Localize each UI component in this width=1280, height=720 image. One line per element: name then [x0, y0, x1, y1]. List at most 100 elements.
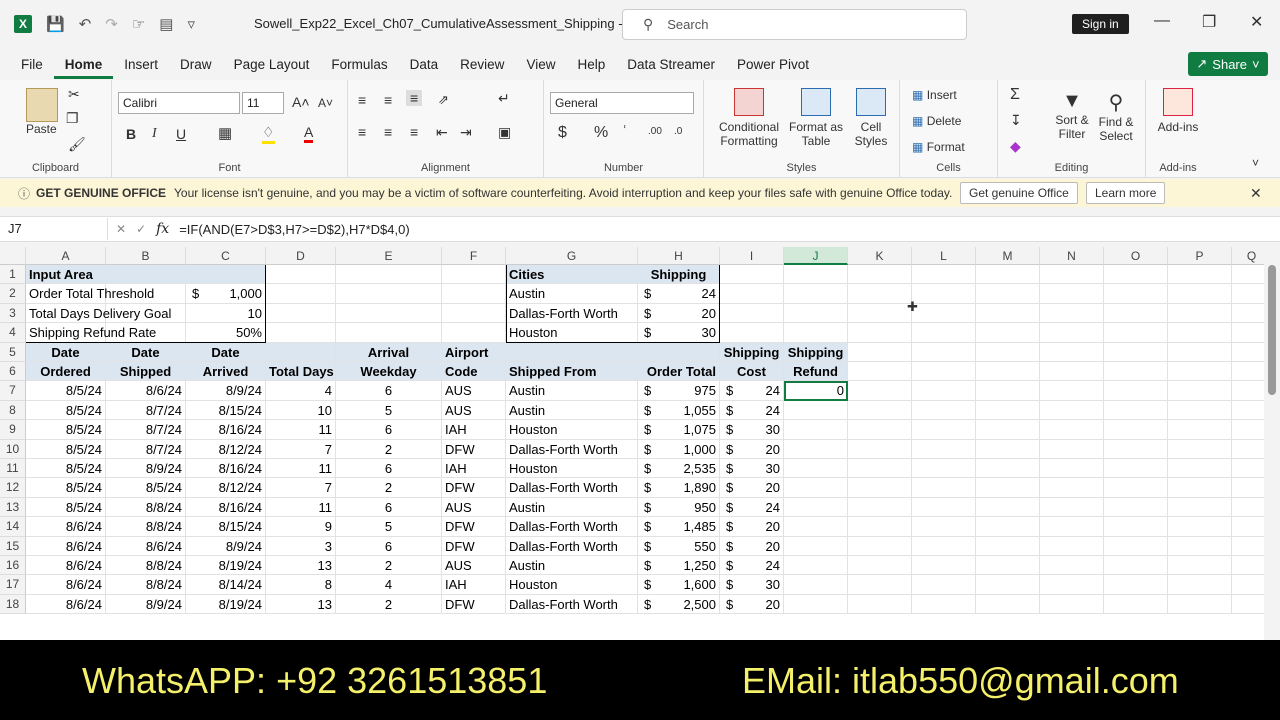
menu-tab-insert[interactable]: Insert: [113, 57, 169, 72]
cell-g12[interactable]: Dallas-Forth Worth: [506, 478, 638, 498]
cell-b15[interactable]: 8/6/24: [106, 536, 186, 556]
decrease-font-icon[interactable]: A˅: [318, 96, 333, 110]
cell-c3[interactable]: 10: [186, 303, 266, 324]
grid-cell[interactable]: [1104, 265, 1168, 285]
cell-e14[interactable]: 5: [336, 517, 442, 537]
cell-b14[interactable]: 8/8/24: [106, 517, 186, 537]
cell-b18[interactable]: 8/9/24: [106, 594, 186, 615]
grid-cell[interactable]: [336, 284, 442, 304]
cell-f7[interactable]: AUS: [442, 381, 506, 401]
grid-cell[interactable]: [1104, 439, 1168, 459]
cell-c16[interactable]: 8/19/24: [186, 556, 266, 576]
cell-h14[interactable]: 1,485 $: [638, 517, 720, 537]
grid-cell[interactable]: [976, 556, 1040, 576]
cell-b12[interactable]: 8/5/24: [106, 478, 186, 498]
grid-cell[interactable]: [976, 459, 1040, 479]
grid-cell[interactable]: [912, 478, 976, 498]
cell-a3[interactable]: Total Days Delivery Goal: [26, 303, 186, 324]
touch-mode-icon[interactable]: ☞: [132, 15, 145, 33]
select-all-corner[interactable]: [0, 247, 26, 265]
cell-e18[interactable]: 2: [336, 594, 442, 615]
cell-i5[interactable]: Shipping: [720, 342, 784, 362]
column-header-q[interactable]: Q: [1232, 247, 1264, 265]
cell-h1[interactable]: Shipping: [638, 265, 720, 285]
cell-h16[interactable]: 1,250 $: [638, 556, 720, 576]
row-header-16[interactable]: 16: [0, 556, 26, 576]
insert-function-icon[interactable]: fx: [156, 221, 169, 237]
cell-f17[interactable]: IAH: [442, 575, 506, 595]
cell-h12[interactable]: 1,890 $: [638, 478, 720, 498]
grid-cell[interactable]: [848, 381, 912, 401]
cell-i16[interactable]: 24 $: [720, 556, 784, 576]
column-header-m[interactable]: M: [976, 247, 1040, 265]
cell-h3[interactable]: 20 $: [638, 303, 720, 324]
cell-d18[interactable]: 13: [266, 594, 336, 615]
grid-cell[interactable]: [1040, 594, 1104, 615]
grid-cell[interactable]: [848, 575, 912, 595]
borders-icon[interactable]: ▦: [218, 124, 232, 142]
menu-tab-help[interactable]: Help: [566, 57, 616, 72]
grid-cell[interactable]: [912, 284, 976, 304]
row-header-6[interactable]: 6: [0, 362, 26, 382]
cell-a10[interactable]: 8/5/24: [26, 439, 106, 459]
number-format-select[interactable]: General: [550, 92, 694, 114]
cell-i12[interactable]: 20 $: [720, 478, 784, 498]
grid-cell[interactable]: [848, 478, 912, 498]
cell-a13[interactable]: 8/5/24: [26, 497, 106, 518]
grid-cell[interactable]: [266, 284, 336, 304]
cell-e11[interactable]: 6: [336, 459, 442, 479]
cell-d5[interactable]: [266, 342, 336, 362]
format-cells-button[interactable]: ▦ Format: [912, 140, 965, 154]
addins-button[interactable]: Add-ins: [1154, 88, 1202, 134]
menu-tab-draw[interactable]: Draw: [169, 57, 223, 72]
cell-g10[interactable]: Dallas-Forth Worth: [506, 439, 638, 459]
increase-font-icon[interactable]: A˄: [292, 94, 310, 110]
grid-cell[interactable]: [976, 497, 1040, 518]
grid-cell[interactable]: [1040, 536, 1104, 556]
cell-j12[interactable]: [784, 478, 848, 498]
grid-cell[interactable]: [912, 517, 976, 537]
grid-cell[interactable]: [848, 284, 912, 304]
grid-cell[interactable]: [848, 342, 912, 362]
grid-cell[interactable]: [1040, 420, 1104, 440]
grid-cell[interactable]: [976, 420, 1040, 440]
row-header-15[interactable]: 15: [0, 536, 26, 556]
undo-icon[interactable]: ↶: [79, 15, 92, 33]
column-header-h[interactable]: H: [638, 247, 720, 265]
close-icon[interactable]: ✕: [1250, 12, 1263, 32]
grid-cell[interactable]: [848, 459, 912, 479]
cell-d9[interactable]: 11: [266, 420, 336, 440]
cell-j15[interactable]: [784, 536, 848, 556]
autosum-icon[interactable]: Σ: [1010, 86, 1020, 104]
grid-cell[interactable]: [1040, 556, 1104, 576]
cell-d10[interactable]: 7: [266, 439, 336, 459]
row-header-3[interactable]: 3: [0, 303, 26, 324]
grid-cell[interactable]: [1104, 478, 1168, 498]
fill-color-icon[interactable]: ♢: [262, 124, 275, 144]
underline-icon[interactable]: U: [176, 126, 186, 142]
cell-d14[interactable]: 9: [266, 517, 336, 537]
grid-cell[interactable]: [1104, 323, 1168, 343]
grid-cell[interactable]: [976, 536, 1040, 556]
cell-i11[interactable]: 30 $: [720, 459, 784, 479]
cell-j17[interactable]: [784, 575, 848, 595]
cell-c11[interactable]: 8/16/24: [186, 459, 266, 479]
grid-cell[interactable]: [848, 420, 912, 440]
grid-cell[interactable]: [1040, 459, 1104, 479]
cell-h15[interactable]: 550 $: [638, 536, 720, 556]
form-icon[interactable]: ▤: [159, 15, 173, 33]
increase-indent-icon[interactable]: ⇥: [460, 124, 472, 141]
grid-cell[interactable]: [1168, 556, 1232, 576]
cell-c13[interactable]: 8/16/24: [186, 497, 266, 518]
grid-cell[interactable]: [1168, 420, 1232, 440]
cell-a14[interactable]: 8/6/24: [26, 517, 106, 537]
grid-cell[interactable]: [1104, 362, 1168, 382]
cell-e17[interactable]: 4: [336, 575, 442, 595]
cell-c14[interactable]: 8/15/24: [186, 517, 266, 537]
merge-center-icon[interactable]: ▣: [498, 124, 511, 141]
spreadsheet-grid[interactable]: A B C D E F G H I J K L M N O P Q 1 2 3 4 5 6 7 8 9 10 11 12 13 14 15 16…: [0, 247, 1264, 640]
cell-e15[interactable]: 6: [336, 536, 442, 556]
grid-cell[interactable]: [1104, 284, 1168, 304]
cell-g9[interactable]: Houston: [506, 420, 638, 440]
cell-b16[interactable]: 8/8/24: [106, 556, 186, 576]
